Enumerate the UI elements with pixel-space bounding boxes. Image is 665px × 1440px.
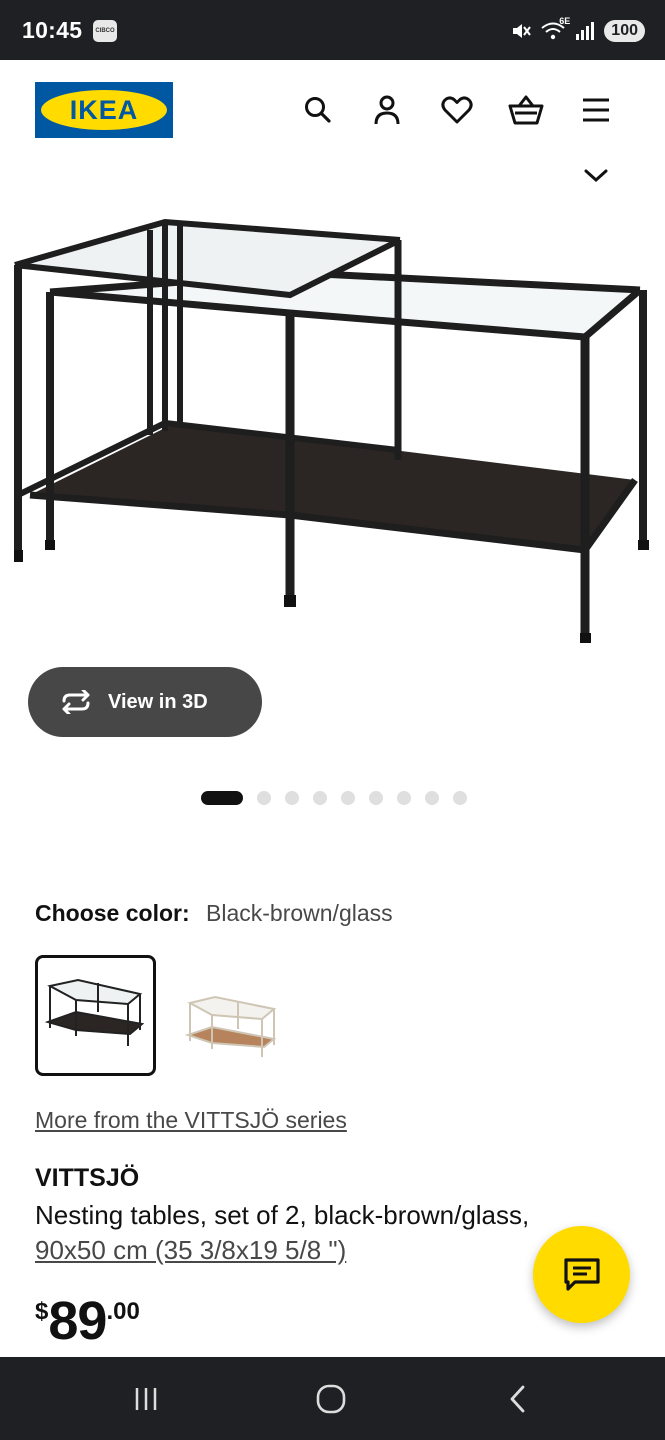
system-nav-bar (0, 1357, 665, 1440)
product-description-text: Nesting tables, set of 2, black-brown/gl… (35, 1200, 530, 1230)
wifi-icon: 6E (540, 16, 570, 42)
app-notification-icon: CIBCO (93, 20, 117, 42)
recent-apps-icon[interactable] (126, 1379, 166, 1419)
mute-icon (513, 24, 532, 38)
rotate-3d-icon (62, 690, 90, 714)
status-time: 10:45 (22, 17, 83, 43)
gallery-dot[interactable] (313, 791, 327, 805)
view-in-3d-button[interactable]: View in 3D (28, 667, 262, 737)
status-icons: 6E 100 (510, 16, 645, 44)
ikea-logo[interactable]: IKEA (35, 82, 173, 138)
heart-icon[interactable] (437, 90, 477, 130)
chat-icon (563, 1257, 600, 1291)
color-option-black-brown[interactable] (35, 955, 156, 1076)
product-name: VITTSJÖ (35, 1164, 140, 1192)
battery-indicator: 100 (604, 20, 645, 42)
gallery-dot[interactable] (341, 791, 355, 805)
price-currency: $ (35, 1298, 49, 1325)
network-type: 6E (559, 16, 571, 26)
chevron-down-icon[interactable] (582, 166, 610, 186)
gallery-dot[interactable] (369, 791, 383, 805)
signal-icon (576, 22, 595, 40)
menu-icon[interactable] (576, 90, 616, 130)
back-icon[interactable] (498, 1379, 538, 1419)
gallery-dot[interactable] (425, 791, 439, 805)
chat-button[interactable] (533, 1226, 630, 1323)
color-option-white[interactable] (170, 955, 291, 1076)
product-image[interactable] (0, 195, 665, 655)
site-header: IKEA (0, 60, 665, 160)
basket-icon[interactable] (506, 90, 546, 130)
color-chooser: Choose color: Black-brown/glass (35, 900, 393, 927)
gallery-dot[interactable] (285, 791, 299, 805)
gallery-pagination (201, 791, 467, 805)
product-price: $89.00 (35, 1290, 140, 1352)
color-label: Choose color: (35, 900, 190, 926)
series-link[interactable]: More from the VITTSJÖ series (35, 1107, 347, 1134)
gallery-dot[interactable] (257, 791, 271, 805)
account-icon[interactable] (367, 90, 407, 130)
price-decimal: .00 (106, 1298, 140, 1325)
search-icon[interactable] (298, 90, 338, 130)
home-icon[interactable] (311, 1379, 351, 1419)
gallery-dot[interactable] (201, 791, 243, 805)
view-in-3d-label: View in 3D (108, 690, 208, 713)
gallery-dot[interactable] (453, 791, 467, 805)
status-bar: 10:45 CIBCO 6E 100 (0, 0, 665, 60)
product-size-link[interactable]: 90x50 cm (35 3/8x19 5/8 ") (35, 1235, 346, 1265)
product-description: Nesting tables, set of 2, black-brown/gl… (35, 1198, 595, 1268)
price-integer: 89 (48, 1291, 107, 1351)
selected-color: Black-brown/glass (206, 900, 393, 926)
gallery-dot[interactable] (397, 791, 411, 805)
logo-text: IKEA (69, 94, 139, 125)
